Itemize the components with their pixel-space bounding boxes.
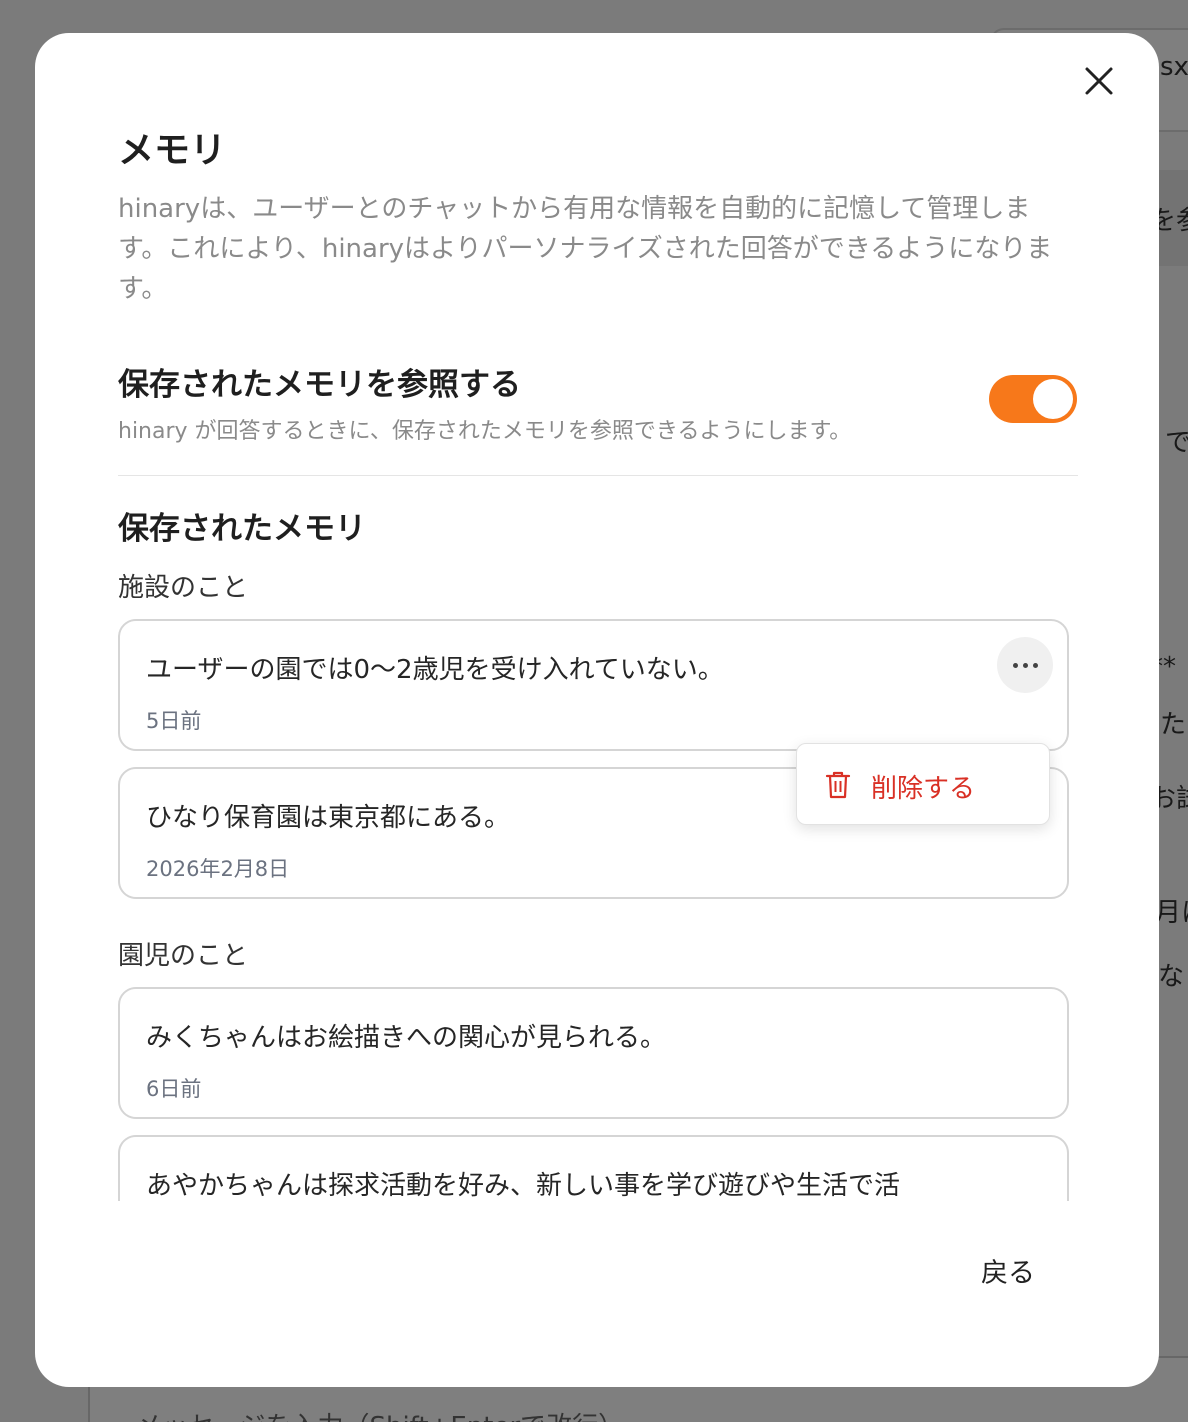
category-label: 園児のこと — [118, 941, 249, 971]
more-horizontal-icon — [1012, 662, 1038, 668]
modal-title: メモリ — [118, 130, 227, 171]
more-options-button[interactable] — [997, 637, 1053, 693]
memory-list[interactable]: 施設のこと ユーザーの園では0〜2歳児を受け入れていない。 5日前 ひなり保育園… — [118, 563, 1078, 1201]
memory-text: あやかちゃんは探求活動を好み、新しい事を学び遊びや生活で活 — [146, 1171, 901, 1201]
trash-icon — [825, 771, 851, 799]
memory-card: あやかちゃんは探求活動を好み、新しい事を学び遊びや生活で活 — [118, 1135, 1069, 1201]
memory-date: 6日前 — [146, 1077, 202, 1101]
memory-card: みくちゃんはお絵描きへの関心が見られる。 6日前 — [118, 987, 1069, 1119]
reference-memory-toggle[interactable] — [989, 375, 1077, 423]
memory-text: みくちゃんはお絵描きへの関心が見られる。 — [146, 1023, 667, 1053]
memory-date: 2026年2月8日 — [146, 857, 290, 881]
saved-memory-title: 保存されたメモリ — [118, 511, 366, 547]
category-label: 施設のこと — [118, 573, 249, 603]
memory-text: ひなり保育園は東京都にある。 — [146, 803, 511, 833]
divider — [118, 475, 1078, 476]
memory-date: 5日前 — [146, 709, 202, 733]
close-icon — [1085, 67, 1113, 95]
close-button[interactable] — [1079, 61, 1119, 101]
delete-menu-item[interactable]: 削除する — [796, 743, 1050, 825]
memory-modal: メモリ hinaryは、ユーザーとのチャットから有用な情報を自動的に記憶して管理… — [35, 33, 1159, 1387]
memory-text: ユーザーの園では0〜2歳児を受け入れていない。 — [146, 655, 724, 685]
reference-setting-description: hinary が回答するときに、保存されたメモリを参照できるようにします。 — [118, 419, 852, 444]
modal-description: hinaryは、ユーザーとのチャットから有用な情報を自動的に記憶して管理します。… — [118, 194, 1053, 304]
reference-setting-title: 保存されたメモリを参照する — [118, 367, 521, 403]
delete-label: 削除する — [871, 774, 976, 804]
back-button[interactable]: 戻る — [981, 1251, 1035, 1290]
memory-card: ユーザーの園では0〜2歳児を受け入れていない。 5日前 — [118, 619, 1069, 751]
toggle-knob — [1033, 379, 1073, 419]
